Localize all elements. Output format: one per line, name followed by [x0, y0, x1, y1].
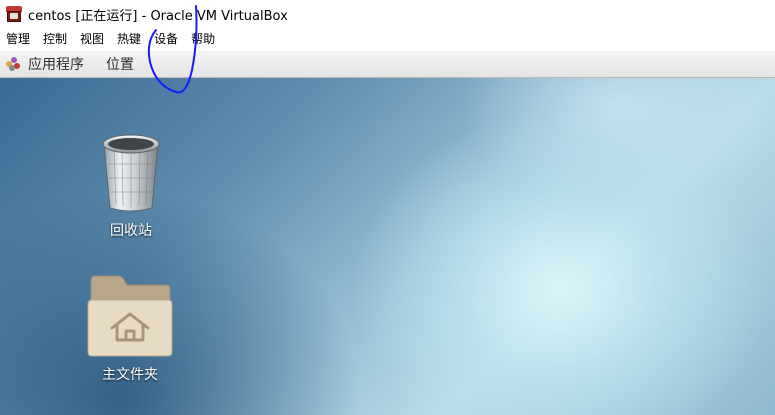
menu-control[interactable]: 控制: [37, 28, 74, 51]
menu-bar: 管理 控制 视图 热键 设备 帮助: [0, 28, 775, 51]
menu-hotkey[interactable]: 热键: [111, 28, 148, 51]
gnome-foot-icon[interactable]: [6, 57, 20, 71]
menu-view[interactable]: 视图: [74, 28, 111, 51]
window-title: centos [正在运行] - Oracle VM VirtualBox: [28, 8, 288, 24]
home-folder-icon: [87, 275, 173, 357]
menu-help[interactable]: 帮助: [185, 28, 222, 51]
title-bar[interactable]: centos [正在运行] - Oracle VM VirtualBox: [0, 0, 775, 28]
virtualbox-icon: [6, 6, 22, 22]
menu-devices[interactable]: 设备: [148, 28, 185, 51]
home-folder-label: 主文件夹: [102, 367, 158, 383]
guest-top-panel: 应用程序 位置: [0, 51, 775, 78]
applications-menu[interactable]: 应用程序: [28, 54, 84, 74]
desktop-icon-home-folder[interactable]: 主文件夹: [86, 274, 174, 384]
trash-icon: [102, 134, 160, 212]
places-menu[interactable]: 位置: [106, 54, 134, 74]
virtualbox-window: centos [正在运行] - Oracle VM VirtualBox 管理 …: [0, 0, 775, 415]
trash-label: 回收站: [110, 223, 152, 239]
guest-desktop[interactable]: 回收站 主文件夹: [0, 78, 775, 415]
desktop-icon-trash[interactable]: 回收站: [96, 130, 166, 240]
menu-manage[interactable]: 管理: [0, 28, 37, 51]
